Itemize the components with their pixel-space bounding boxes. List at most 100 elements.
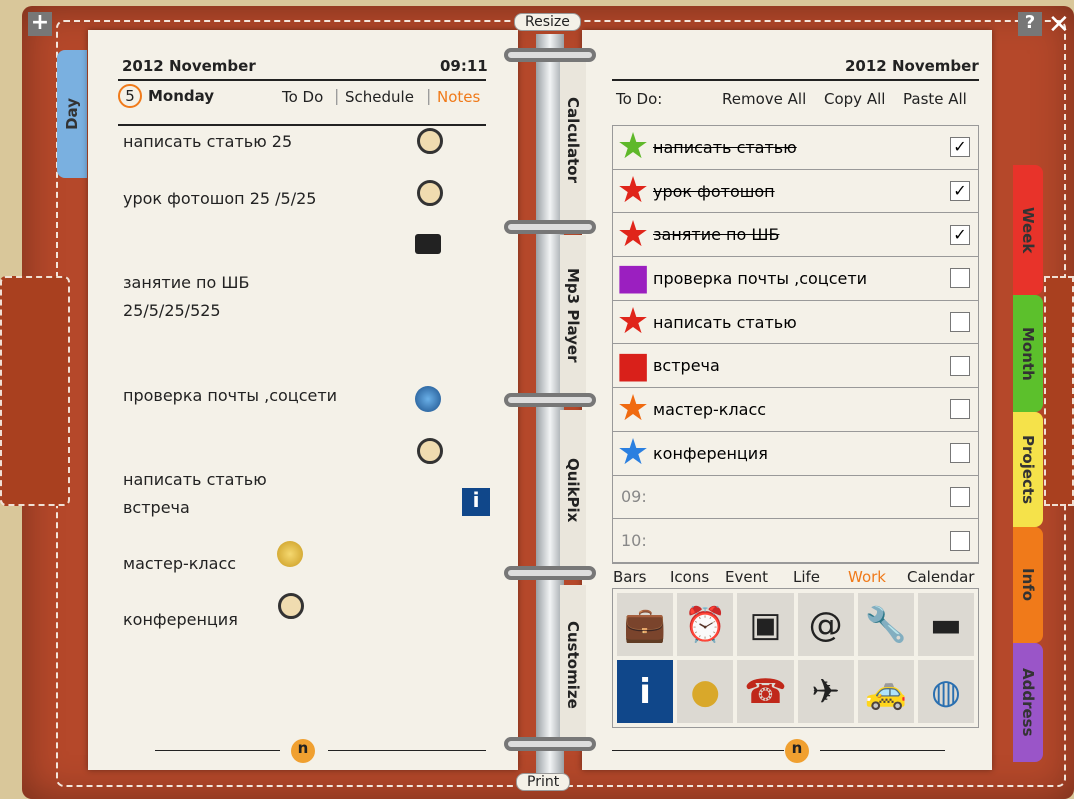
note-line[interactable]: написать статью <box>123 470 267 489</box>
alarm-clock-icon <box>278 593 304 619</box>
alarm-clock-icon <box>417 438 443 464</box>
todo-checkbox[interactable] <box>950 399 970 420</box>
category-bars[interactable]: Bars <box>613 568 646 586</box>
at-sign-icon[interactable]: @ <box>797 593 854 656</box>
note-line[interactable]: написать статью 25 <box>123 132 292 151</box>
alarm-clock-icon <box>417 180 443 206</box>
add-icon[interactable]: + <box>28 12 52 36</box>
ring <box>504 220 596 234</box>
star-icon: ★ <box>616 388 650 430</box>
coin-icon[interactable]: ● <box>677 660 734 723</box>
todo-checkbox[interactable] <box>950 268 970 289</box>
ring <box>504 48 596 62</box>
todo-item[interactable]: ★ конференция <box>613 432 978 476</box>
todo-item[interactable]: ★ занятие по ШБ ✓ <box>613 213 978 258</box>
day-number[interactable]: 5 <box>118 84 142 108</box>
tab-month[interactable]: Month <box>1013 295 1043 412</box>
tab-day[interactable]: Day <box>57 50 87 178</box>
taxi-icon[interactable]: 🚕 <box>857 660 914 723</box>
todo-text: написать статью <box>653 312 797 332</box>
note-line[interactable]: конференция <box>123 610 238 629</box>
remove-all-button[interactable]: Remove All <box>722 90 806 108</box>
tab-address[interactable]: Address <box>1013 643 1043 762</box>
left-date: 2012 November <box>122 57 256 75</box>
computer-icon[interactable]: ▣ <box>737 593 794 656</box>
view-schedule[interactable]: Schedule <box>345 88 414 106</box>
category-life[interactable]: Life <box>793 568 820 586</box>
resize-button[interactable]: Resize <box>514 13 581 31</box>
note-line[interactable]: урок фотошоп 25 /5/25 <box>123 189 316 208</box>
close-icon[interactable]: ✕ <box>1048 10 1070 40</box>
todo-item[interactable]: 09: <box>613 476 978 520</box>
todo-item[interactable]: ★ написать статью ✓ <box>613 126 978 170</box>
note-line[interactable]: проверка почты ,соцсети <box>123 386 337 405</box>
todo-checkbox[interactable] <box>950 312 970 333</box>
todo-checkbox[interactable]: ✓ <box>950 137 970 158</box>
info-icon: i <box>462 488 490 516</box>
todo-checkbox[interactable]: ✓ <box>950 224 970 245</box>
note-line[interactable]: 25/5/25/525 <box>123 301 221 320</box>
category-icons[interactable]: Icons <box>670 568 709 586</box>
note-line[interactable]: занятие по ШБ <box>123 273 249 292</box>
star-icon: ★ <box>616 301 650 343</box>
tab-customize[interactable]: Customize <box>560 585 586 745</box>
todo-item[interactable]: ★ урок фотошоп ✓ <box>613 170 978 214</box>
todo-item[interactable]: 10: <box>613 519 978 563</box>
todo-text: написать статью <box>653 137 797 157</box>
todo-text: 09: <box>621 487 647 507</box>
tab-mp3-player[interactable]: Mp3 Player <box>560 235 586 395</box>
coin-icon <box>277 541 303 567</box>
copy-all-button[interactable]: Copy All <box>824 90 885 108</box>
todo-checkbox[interactable] <box>950 530 970 551</box>
todo-item[interactable]: ★ мастер-класс <box>613 388 978 432</box>
prev-page-button[interactable]: n <box>291 739 315 763</box>
bed-icon[interactable]: ▬ <box>917 593 974 656</box>
day-name: Monday <box>148 87 215 105</box>
view-notes[interactable]: Notes <box>437 88 480 106</box>
category-event[interactable]: Event <box>725 568 768 586</box>
todo-text: конференция <box>653 443 768 463</box>
todo-list: ★ написать статью ✓ ★ урок фотошоп ✓ ★ занятие … <box>612 125 979 564</box>
print-button[interactable]: Print <box>516 773 571 791</box>
alarm-clock-icon[interactable]: ⏰ <box>677 593 734 656</box>
tab-week[interactable]: Week <box>1013 165 1043 295</box>
airplane-icon[interactable]: ✈ <box>797 660 854 723</box>
category-work[interactable]: Work <box>848 568 886 586</box>
tab-quikpix[interactable]: QuikPix <box>560 410 586 570</box>
square-icon: ■ <box>615 257 650 299</box>
telephone-icon[interactable]: ☎ <box>737 660 794 723</box>
info-icon[interactable]: i <box>617 660 674 723</box>
wrench-icon[interactable]: 🔧 <box>857 593 914 656</box>
star-icon: ★ <box>616 432 650 474</box>
star-icon: ★ <box>616 213 650 255</box>
briefcase-icon[interactable]: 💼 <box>617 593 674 656</box>
right-date: 2012 November <box>845 57 979 75</box>
ring <box>504 737 596 751</box>
globe-icon[interactable]: ◍ <box>917 660 974 723</box>
todo-checkbox[interactable]: ✓ <box>950 181 970 202</box>
ring <box>504 566 596 580</box>
todo-checkbox[interactable] <box>950 443 970 464</box>
tab-label: Projects <box>1019 434 1037 504</box>
todo-item[interactable]: ★ написать статью <box>613 301 978 345</box>
paste-all-button[interactable]: Paste All <box>903 90 967 108</box>
tab-info[interactable]: Info <box>1013 527 1043 643</box>
todo-checkbox[interactable] <box>950 486 970 507</box>
next-page-button[interactable]: n <box>785 739 809 763</box>
right-flap <box>1044 276 1074 506</box>
note-line[interactable]: мастер-класс <box>123 554 236 573</box>
category-calendar[interactable]: Calendar <box>907 568 974 586</box>
view-todo[interactable]: To Do <box>282 88 323 106</box>
tab-label: Month <box>1019 326 1037 381</box>
globe-icon <box>415 386 441 412</box>
note-line[interactable]: встреча <box>123 498 190 517</box>
help-icon[interactable]: ? <box>1018 12 1042 36</box>
left-flap <box>0 276 70 506</box>
todo-item[interactable]: ■ проверка почты ,соцсети <box>613 257 978 301</box>
tab-projects[interactable]: Projects <box>1013 412 1043 527</box>
alarm-clock-icon <box>417 128 443 154</box>
tab-calculator[interactable]: Calculator <box>560 60 586 220</box>
todo-item[interactable]: ■ встреча <box>613 344 978 389</box>
clock-time: 09:11 <box>440 57 488 75</box>
todo-checkbox[interactable] <box>950 355 970 376</box>
